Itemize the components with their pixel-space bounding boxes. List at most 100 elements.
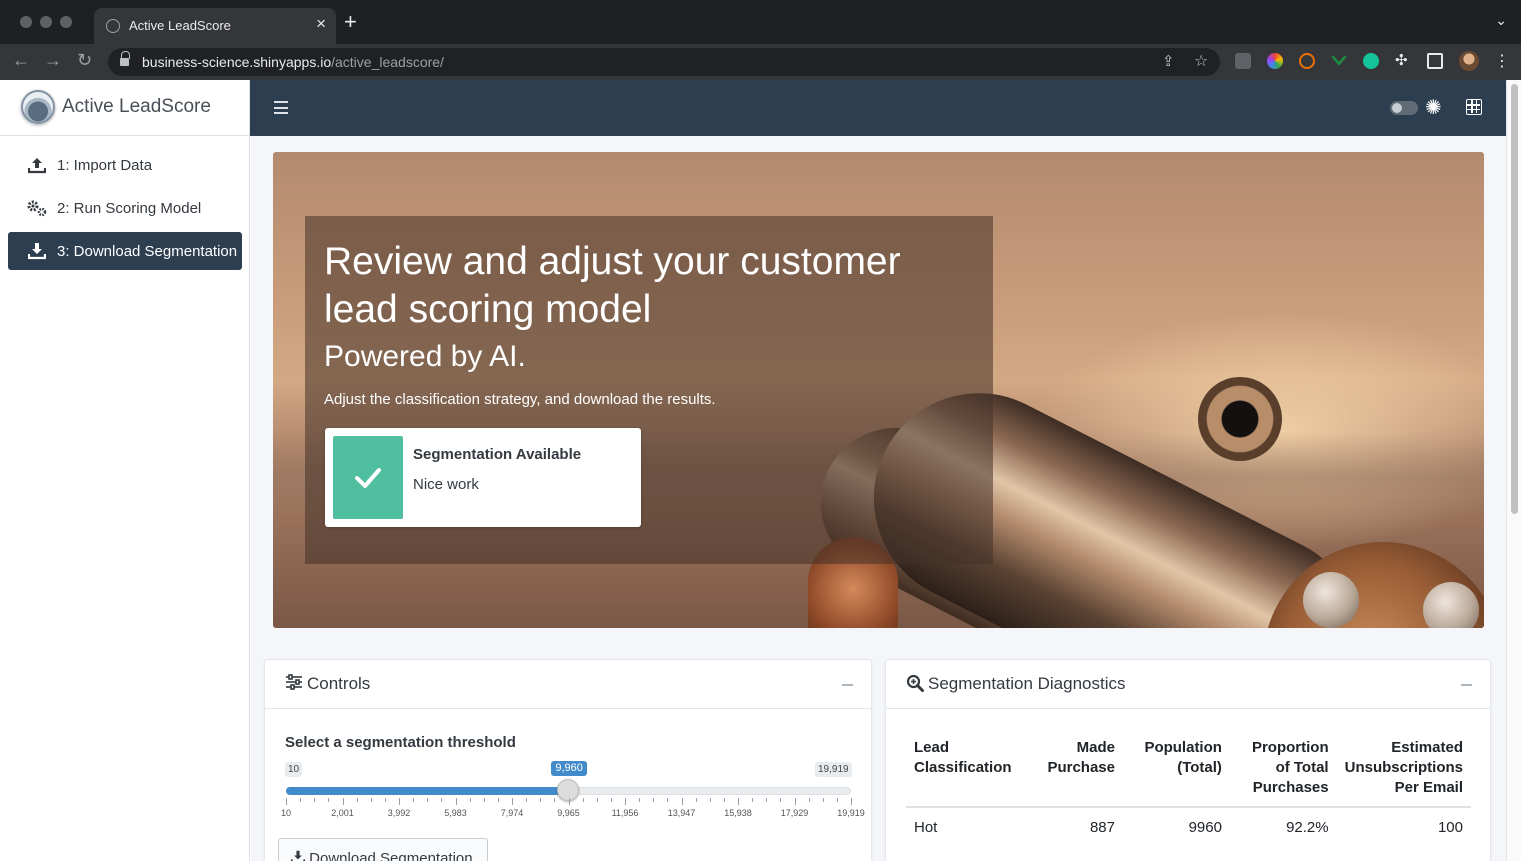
tab-search-chevron-icon[interactable]: ⌄: [1495, 12, 1507, 29]
window-zoom-dot[interactable]: [60, 16, 72, 28]
address-bar[interactable]: business-science.shinyapps.io/active_lea…: [108, 48, 1220, 76]
table-cell: 887: [1089, 819, 1115, 836]
table-row: Cold 75 9959 7.8% 0: [906, 848, 1471, 861]
profile-avatar[interactable]: [1459, 51, 1479, 71]
slider-tick: [752, 798, 754, 802]
extensions-puzzle-icon[interactable]: ✣: [1395, 51, 1411, 69]
table-cell: 9959: [1123, 848, 1230, 861]
slider-tick: [625, 798, 626, 805]
slider-tick: [780, 798, 782, 802]
tab-close-icon[interactable]: ×: [316, 14, 326, 34]
download-segmentation-button[interactable]: Download Segmentation: [278, 838, 488, 861]
sliders-icon: [285, 674, 303, 695]
search-plus-icon: [906, 674, 924, 697]
scrollbar-thumb[interactable]: [1511, 84, 1518, 514]
extension-chevron-icon[interactable]: [1331, 56, 1347, 66]
sidebar-item-label: 2: Run Scoring Model: [57, 199, 202, 217]
slider-fill: [286, 787, 569, 795]
grammarly-icon[interactable]: [1363, 53, 1379, 69]
slider-tick-label: 10: [280, 808, 292, 818]
slider-tick: [667, 798, 669, 802]
slider-tick-label: 9,965: [557, 808, 580, 818]
main-content: Review and adjust your customer lead sco…: [251, 136, 1506, 861]
lock-icon: [120, 51, 130, 67]
slider-tick: [342, 798, 344, 805]
bookmark-star-icon[interactable]: ☆: [1194, 51, 1208, 71]
collapse-icon[interactable]: [1461, 684, 1472, 686]
page-scrollbar[interactable]: [1506, 80, 1521, 861]
slider-tick: [469, 798, 471, 802]
sidebar-item-run-scoring-model[interactable]: 2: Run Scoring Model: [8, 189, 242, 227]
slider-label: Select a segmentation threshold: [285, 734, 516, 751]
slider-max-label: 19,919: [815, 762, 852, 777]
hamburger-menu-icon[interactable]: [274, 101, 288, 114]
slider-tick: [582, 798, 584, 802]
slider-tick: [483, 798, 485, 802]
share-icon[interactable]: ⇪: [1162, 52, 1175, 70]
slider-tick: [794, 798, 796, 805]
dark-mode-toggle[interactable]: [1390, 101, 1418, 115]
infobox-text: Nice work: [413, 476, 479, 493]
grid-icon[interactable]: [1466, 99, 1482, 115]
sidebar-item-download-segmentation[interactable]: 3: Download Segmentation: [8, 232, 242, 270]
slider-tick-label: 5,983: [444, 808, 467, 818]
extension-code-icon[interactable]: [1235, 53, 1251, 69]
hero-subtitle: Powered by AI.: [324, 340, 526, 373]
slider-tick: [370, 798, 372, 802]
slider-value-label: 9,960: [551, 761, 587, 776]
hero-panel: Review and adjust your customer lead sco…: [305, 216, 993, 564]
column-header: Made Purchase: [1030, 732, 1123, 808]
url-text: business-science.shinyapps.io/active_lea…: [142, 54, 444, 70]
side-panel-icon[interactable]: [1427, 53, 1443, 69]
hero-title: Review and adjust your customer lead sco…: [324, 240, 901, 331]
window-minimize-dot[interactable]: [40, 16, 52, 28]
sidebar-item-import-data[interactable]: 1: Import Data: [8, 146, 242, 184]
reload-icon[interactable]: ↻: [77, 50, 92, 71]
extension-color-icon[interactable]: [1267, 53, 1283, 69]
window-close-dot[interactable]: [20, 16, 32, 28]
upload-icon: [26, 154, 48, 176]
slider-tick: [681, 798, 683, 805]
controls-title: Controls: [307, 674, 371, 693]
slider-tick: [455, 798, 457, 805]
sidebar: Active LeadScore 1: Import Data 2: Run S…: [0, 80, 250, 861]
check-icon: [333, 436, 403, 519]
brand[interactable]: Active LeadScore: [0, 80, 249, 136]
slider-tick: [427, 798, 429, 802]
slider-tick: [723, 798, 725, 802]
diagnostics-table: Lead Classification Made Purchase Popula…: [906, 732, 1471, 861]
column-header: Estimated Unsubscriptions Per Email: [1336, 732, 1471, 808]
browser-menu-icon[interactable]: ⋮: [1494, 51, 1510, 71]
forward-icon[interactable]: →: [44, 50, 62, 71]
slider-tick-label: 13,947: [667, 808, 696, 818]
slider-tick: [851, 798, 852, 805]
slider-tick: [384, 798, 386, 802]
slider-tick: [356, 798, 358, 802]
sun-icon[interactable]: ✺: [1425, 95, 1442, 120]
column-header: Population (Total): [1123, 732, 1230, 808]
globe-icon: [106, 19, 120, 33]
table-cell: 9960: [1188, 819, 1222, 836]
slider-tick: [836, 798, 838, 802]
segmentation-diagnostics-card: Segmentation Diagnostics Lead Classifica…: [885, 659, 1491, 861]
extension-b-icon[interactable]: [1299, 53, 1315, 69]
slider-tick: [554, 798, 556, 802]
slider-tick-label: 3,992: [387, 808, 411, 818]
table-row: Hot 887 9960 92.2% 100: [906, 807, 1471, 848]
new-tab-icon[interactable]: +: [344, 11, 357, 33]
back-icon[interactable]: ←: [12, 50, 30, 71]
slider-tick: [441, 798, 443, 802]
slider-tick: [568, 798, 570, 805]
slider-tick: [653, 798, 655, 802]
collapse-icon[interactable]: [842, 684, 853, 686]
slider-tick: [738, 798, 739, 805]
table-header-row: Lead Classification Made Purchase Popula…: [906, 732, 1471, 808]
infobox-title: Segmentation Available: [413, 446, 582, 463]
slider-tick: [540, 798, 542, 802]
browser-tab[interactable]: Active LeadScore ×: [94, 8, 336, 44]
table-cell: 92.2%: [1286, 819, 1329, 836]
slider-tick: [695, 798, 697, 802]
slider-tick: [300, 798, 302, 802]
table-cell: 100: [1437, 819, 1463, 836]
download-icon: [26, 240, 48, 262]
